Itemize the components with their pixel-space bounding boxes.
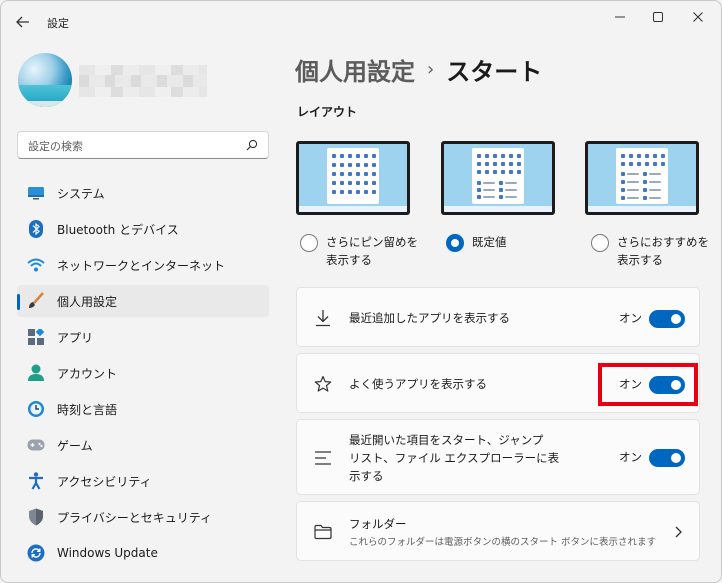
layout-preview-more-pins[interactable] [296,141,410,215]
sidebar-nav: システム Bluetooth とデバイス ネットワークとインターネット 個人用設… [17,177,269,573]
download-icon [313,308,333,328]
avatar[interactable] [18,53,72,107]
layout-option-default[interactable]: 既定値 [446,233,507,252]
setting-label: フォルダー [349,517,407,531]
sidebar-item-time-language[interactable]: 時刻と言語 [17,393,269,425]
sidebar-item-system[interactable]: システム [17,177,269,209]
setting-sublabel: これらのフォルダーは電源ボタンの横のスタート ボタンに表示されます [349,537,657,548]
sidebar-item-accessibility[interactable]: アクセシビリティ [17,465,269,497]
blurred-user-name [79,65,207,97]
breadcrumb-separator: › [427,58,435,80]
chevron-right-icon [675,526,682,538]
radio-button[interactable] [300,234,318,252]
sidebar-item-label: ネットワークとインターネット [57,258,226,273]
close-icon [693,12,703,22]
setting-label: よく使うアプリを表示する [349,377,487,391]
page-title: スタート [446,57,543,86]
sidebar-item-windows-update[interactable]: Windows Update [17,537,269,569]
layout-preview-default[interactable] [441,141,555,215]
sidebar-item-label: システム [57,186,105,201]
sidebar-item-label: プライバシーとセキュリティ [57,510,213,525]
accessibility-icon [27,472,45,490]
folder-icon [313,522,333,542]
sidebar-item-label: 個人用設定 [57,294,118,309]
close-button[interactable] [681,7,715,27]
sidebar-item-label: アカウント [57,366,118,381]
shield-icon [27,508,45,526]
sidebar-item-gaming[interactable]: ゲーム [17,429,269,461]
apps-icon [27,328,45,346]
maximize-button[interactable] [641,7,675,27]
setting-recent-items: 最近開いた項目をスタート、ジャンプ リスト、ファイル エクスプローラーに表 示する … [296,419,700,495]
layout-preview-more-recommendations[interactable] [585,141,699,215]
wifi-icon [27,256,45,274]
highlight-annotation [598,363,698,406]
system-icon [27,184,45,202]
brush-icon [27,292,45,310]
settings-window: 設定 システム Bluetooth とデバイス ネットワークとインターネット [0,0,722,583]
sidebar-item-label: アプリ [57,330,94,345]
account-icon [27,364,45,382]
setting-folders[interactable]: フォルダー これらのフォルダーは電源ボタンの横のスタート ボタンに表示されます [296,501,700,561]
list-icon [313,448,333,468]
search-icon [246,139,258,151]
setting-recently-added-apps: 最近追加したアプリを表示する オン [296,287,700,347]
setting-label: 最近追加したアプリを表示する [349,311,510,325]
sidebar-item-personalization[interactable]: 個人用設定 [17,285,269,317]
back-button[interactable] [11,11,35,33]
radio-button[interactable] [591,234,609,252]
breadcrumb: 個人用設定 › スタート [295,51,542,87]
sidebar-item-accounts[interactable]: アカウント [17,357,269,389]
search-input[interactable] [28,137,238,155]
bluetooth-icon [27,220,45,238]
breadcrumb-parent[interactable]: 個人用設定 [295,52,415,87]
sidebar-item-privacy[interactable]: プライバシーとセキュリティ [17,501,269,533]
radio-label: さらにおすすめを 表示する [617,235,709,267]
search-box[interactable] [17,131,269,159]
layout-section-title: レイアウト [297,105,358,119]
setting-label: 最近開いた項目をスタート、ジャンプ リスト、ファイル エクスプローラーに表 示する [349,433,560,483]
sidebar-item-label: ゲーム [57,438,93,453]
radio-label: さらにピン留めを 表示する [326,235,418,267]
update-icon [27,544,45,562]
sidebar-item-apps[interactable]: アプリ [17,321,269,353]
radio-button-checked[interactable] [446,234,464,252]
sidebar-item-label: Windows Update [57,546,158,560]
layout-option-more-pins[interactable]: さらにピン留めを 表示する [300,233,418,269]
star-icon [313,374,333,394]
sidebar-item-label: 時刻と言語 [57,402,118,417]
clock-icon [27,400,45,418]
layout-option-more-recommendations[interactable]: さらにおすすめを 表示する [591,233,709,269]
toggle-switch[interactable] [649,310,685,328]
back-arrow-icon [16,16,29,28]
toggle-state-text: オン [619,311,642,325]
sidebar-item-label: Bluetooth とデバイス [57,222,179,237]
maximize-icon [653,12,663,22]
sidebar-item-network[interactable]: ネットワークとインターネット [17,249,269,281]
radio-label: 既定値 [472,235,507,249]
minimize-button[interactable] [603,7,637,27]
toggle-state-text: オン [619,450,642,464]
gamepad-icon [27,436,45,454]
sidebar-item-bluetooth[interactable]: Bluetooth とデバイス [17,213,269,245]
app-title: 設定 [47,17,69,30]
toggle-switch[interactable] [649,449,685,467]
minimize-icon [615,16,625,18]
title-bar: 設定 [1,1,721,43]
sidebar-item-label: アクセシビリティ [57,474,152,489]
